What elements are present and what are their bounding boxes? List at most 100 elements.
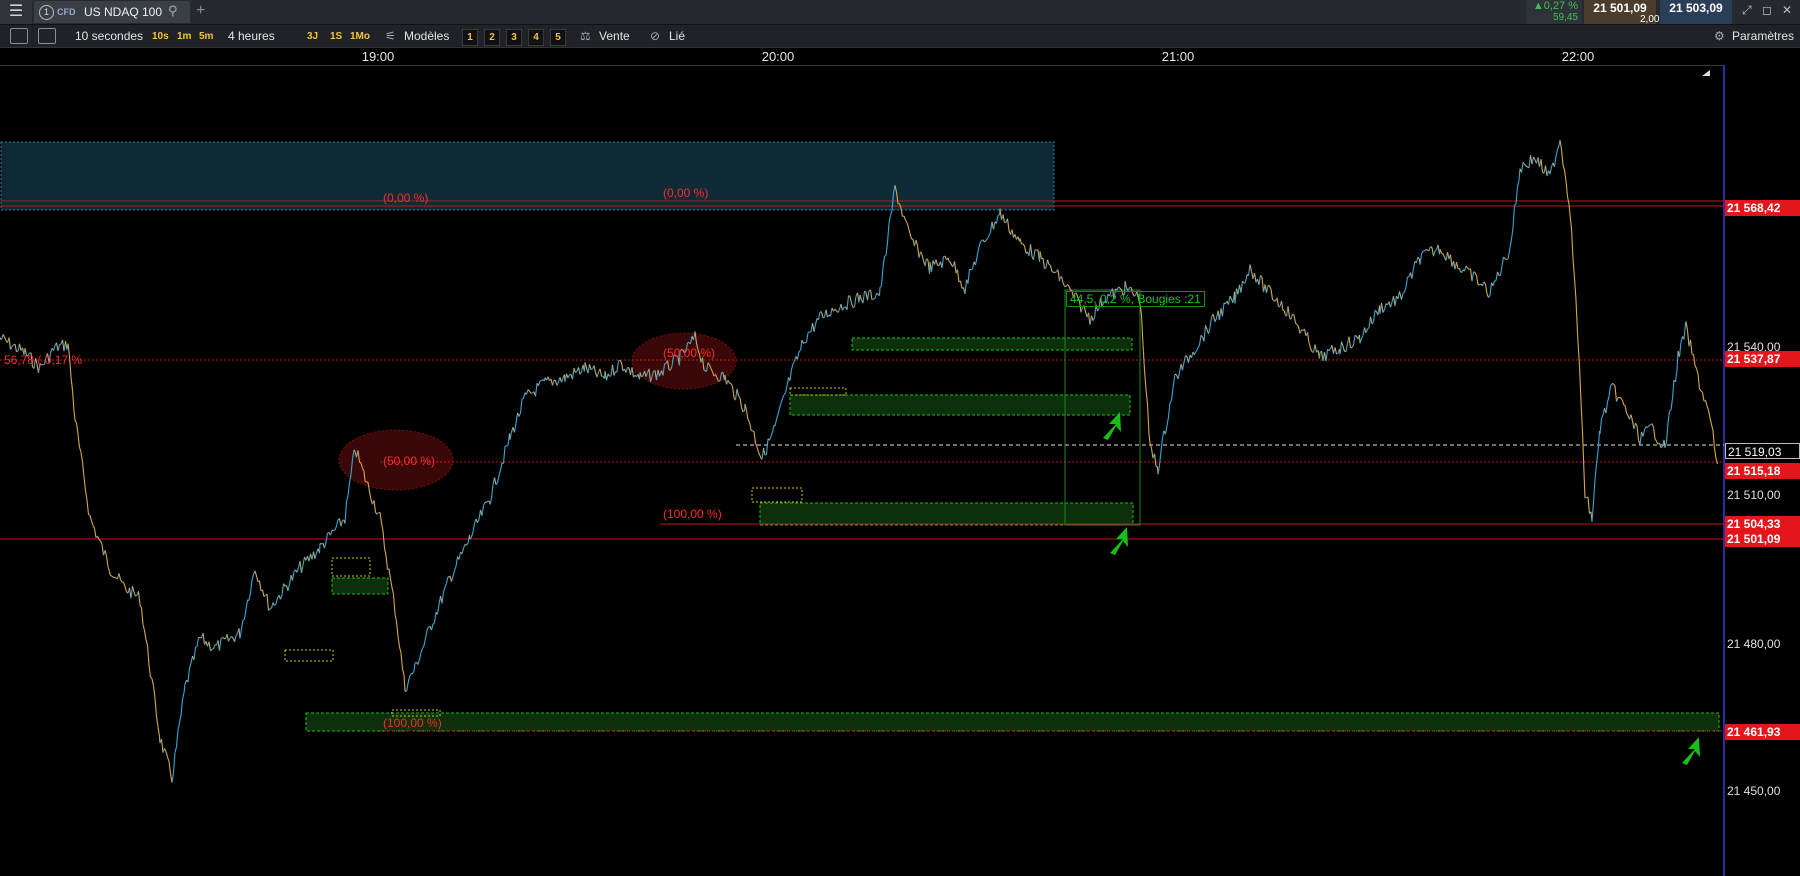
plus-icon[interactable]: + [196, 2, 205, 20]
price-segment [407, 676, 411, 684]
price-segment [930, 260, 934, 272]
detach-icon[interactable]: ⤢ [1742, 3, 1752, 18]
price-segment [1680, 336, 1684, 343]
price-tag-501: 21 501,09 [1725, 531, 1800, 547]
price-segment [1371, 321, 1374, 325]
price-segment [1290, 313, 1294, 320]
price-segment [195, 646, 198, 648]
price-segment [255, 575, 259, 582]
price-segment [329, 529, 333, 536]
price-segment [1506, 258, 1509, 261]
interval-select[interactable]: 10 secondes [75, 29, 143, 43]
layout-1[interactable]: 1 [462, 29, 478, 46]
price-segment [1032, 249, 1036, 260]
price-segment [1516, 180, 1520, 187]
price-segment [1272, 298, 1275, 301]
price-segment [8, 337, 12, 350]
price-series [0, 140, 1719, 783]
price-segment [202, 633, 206, 645]
price-axis-label: 21 450,00 [1727, 784, 1781, 798]
instrument-tab[interactable]: 1 CFD US NDAQ 100 ⚲ [34, 1, 190, 23]
price-segment [747, 419, 750, 423]
price-segment [499, 462, 503, 471]
chart-list-icon[interactable] [10, 28, 28, 44]
green-arrows [1103, 412, 1700, 765]
buy-price-button[interactable]: 21 503,09 [1660, 0, 1732, 24]
price-segment [1253, 272, 1257, 283]
range-select[interactable]: 4 heures [228, 29, 275, 43]
layout-5[interactable]: 5 [550, 29, 566, 46]
price-segment [88, 513, 91, 516]
models-button[interactable]: Modèles [404, 29, 449, 43]
interval-10s[interactable]: 10s [152, 29, 169, 44]
price-segment [1336, 352, 1339, 355]
price-segment [866, 290, 870, 301]
interval-5m[interactable]: 5m [199, 29, 213, 44]
price-segment [1489, 282, 1493, 296]
layout-grid-icon[interactable] [38, 28, 56, 44]
price-segment [846, 295, 850, 310]
price-segment [107, 566, 111, 572]
layout-2[interactable]: 2 [484, 29, 500, 46]
price-segment [1314, 344, 1318, 353]
gear-icon[interactable]: ⚙ [1714, 29, 1725, 43]
price-segment [1142, 344, 1146, 371]
linked-button[interactable]: Lié [669, 29, 685, 43]
price-segment [1670, 398, 1674, 411]
price-segment [178, 715, 182, 724]
layout-4[interactable]: 4 [528, 29, 544, 46]
price-segment [1578, 365, 1582, 402]
search-icon[interactable]: ⚲ [168, 3, 178, 19]
price-segment [412, 670, 415, 675]
price-segment [1195, 347, 1199, 352]
sell-button[interactable]: Vente [599, 29, 630, 43]
price-segment [281, 583, 285, 596]
price-segment [1411, 267, 1415, 279]
price-segment [1214, 318, 1218, 323]
range-1mo[interactable]: 1Mo [350, 29, 370, 44]
range-3j[interactable]: 3J [307, 29, 318, 44]
price-segment [727, 380, 730, 384]
price-segment [664, 362, 667, 365]
price-segment [1221, 302, 1225, 317]
price-segment [1709, 417, 1713, 425]
price-segment [73, 410, 76, 421]
range-1s[interactable]: 1S [330, 29, 342, 44]
price-segment [1707, 410, 1711, 418]
price-segment [483, 501, 486, 506]
price-segment [1525, 165, 1528, 168]
price-segment [1244, 274, 1248, 283]
price-segment [874, 293, 878, 299]
fvg-box-4 [789, 387, 847, 396]
price-segment [605, 373, 609, 381]
price-segment [1318, 352, 1321, 359]
price-segment [1465, 265, 1468, 268]
interval-1m[interactable]: 1m [177, 29, 191, 44]
price-segment [1575, 300, 1579, 333]
price-segment [1474, 272, 1477, 276]
price-segment [862, 291, 866, 304]
price-segment [1712, 430, 1716, 449]
time-label: 19:00 [361, 49, 395, 64]
price-segment [587, 364, 591, 374]
price-segment [1576, 332, 1579, 343]
price-chart[interactable] [0, 48, 1800, 876]
price-segment [1029, 244, 1033, 257]
close-icon[interactable]: ✕ [1782, 3, 1792, 17]
price-segment [266, 594, 270, 611]
price-segment [1630, 414, 1634, 421]
price-segment [57, 344, 61, 352]
price-segment [1334, 347, 1338, 355]
layout-3[interactable]: 3 [506, 29, 522, 46]
price-segment [984, 240, 987, 243]
price-segment [1190, 351, 1194, 358]
price-segment [140, 607, 144, 625]
price-segment [193, 647, 197, 660]
price-segment [1172, 376, 1176, 389]
price-segment [1570, 228, 1574, 259]
maximize-icon[interactable]: ◻ [1762, 3, 1772, 17]
settings-button[interactable]: Paramètres [1732, 29, 1794, 43]
support-zone-bottom [305, 712, 1720, 732]
hamburger-icon[interactable]: ☰ [0, 0, 32, 24]
price-segment [1441, 252, 1444, 255]
